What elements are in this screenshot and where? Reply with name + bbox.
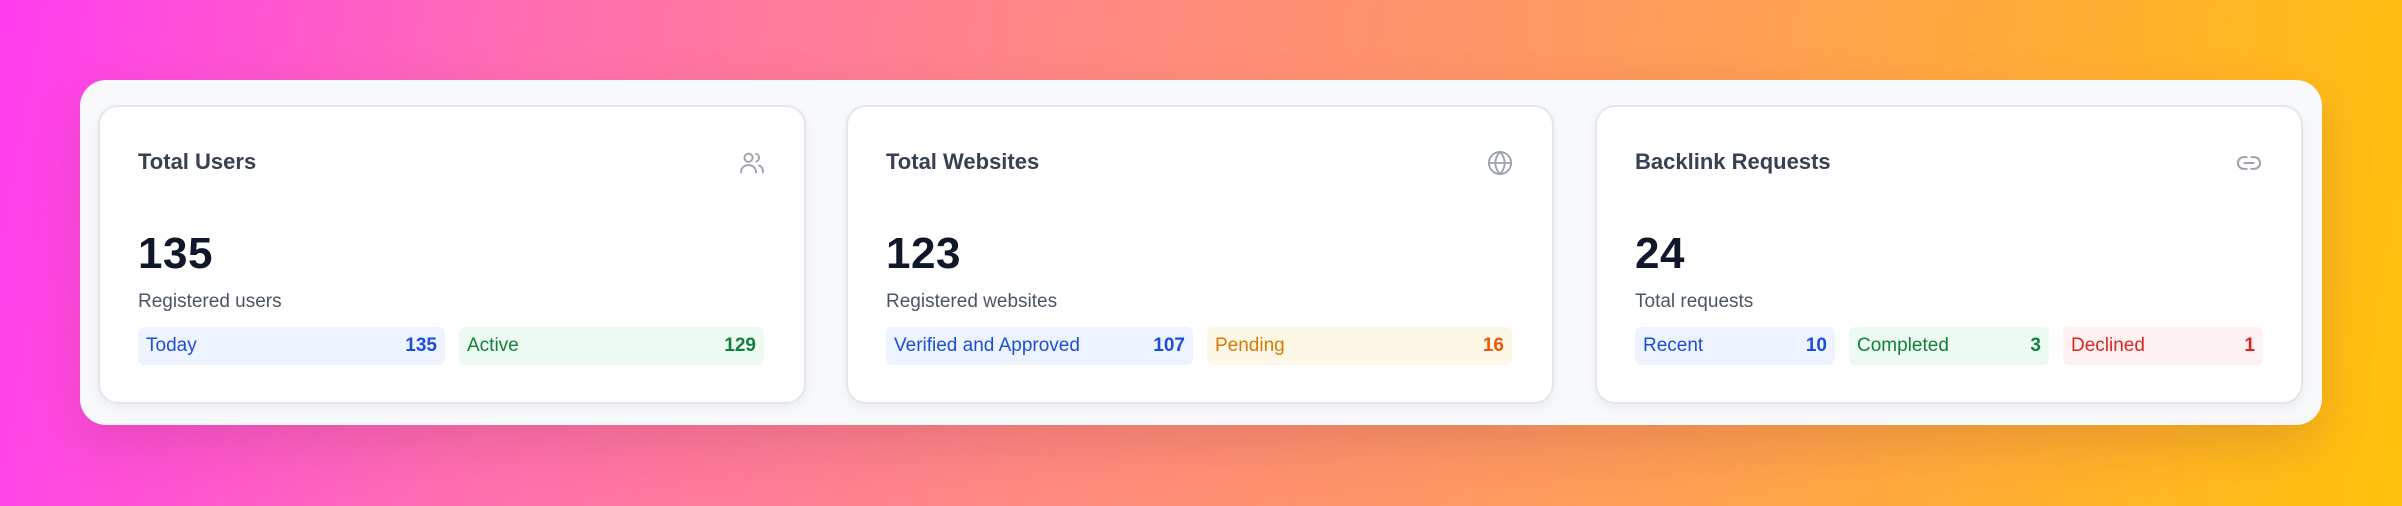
chip-label: Active xyxy=(467,335,519,356)
card-value: 24 xyxy=(1635,229,1685,278)
chip-count: 3 xyxy=(2030,335,2041,356)
chip-count: 10 xyxy=(1805,335,1827,356)
chip-label: Declined xyxy=(2071,335,2145,356)
card-title: Total Websites xyxy=(886,149,1040,174)
chip-label: Completed xyxy=(1857,335,1949,356)
chip-count: 135 xyxy=(405,335,437,356)
link-icon xyxy=(2235,149,2263,177)
chip-count: 16 xyxy=(1482,335,1504,356)
backlink-requests-card: Backlink Requests 24 Total requests Rece… xyxy=(1595,105,2303,404)
card-subtitle: Registered websites xyxy=(886,291,1058,312)
chip-today[interactable]: Today 135 xyxy=(138,327,445,365)
chip-label: Pending xyxy=(1215,335,1285,356)
chip-row: Today 135 Active 129 xyxy=(138,327,764,365)
chip-label: Today xyxy=(146,335,197,356)
card-value: 135 xyxy=(138,229,213,278)
chip-label: Verified and Approved xyxy=(894,335,1080,356)
total-websites-card: Total Websites 123 Registered websites V… xyxy=(846,105,1554,404)
chip-active[interactable]: Active 129 xyxy=(459,327,764,365)
chip-count: 129 xyxy=(724,335,756,356)
chip-completed[interactable]: Completed 3 xyxy=(1849,327,2049,365)
card-subtitle: Total requests xyxy=(1635,291,1754,312)
chip-row: Recent 10 Completed 3 Declined 1 xyxy=(1635,327,2263,365)
chip-verified-approved[interactable]: Verified and Approved 107 xyxy=(886,327,1193,365)
globe-icon xyxy=(1486,149,1514,177)
users-icon xyxy=(738,149,766,177)
card-title: Backlink Requests xyxy=(1635,149,1831,174)
total-users-card: Total Users 135 Registered users Today 1… xyxy=(98,105,806,404)
chip-pending[interactable]: Pending 16 xyxy=(1207,327,1512,365)
chip-count: 107 xyxy=(1153,335,1185,356)
chip-declined[interactable]: Declined 1 xyxy=(2063,327,2263,365)
card-value: 123 xyxy=(886,229,961,278)
chip-label: Recent xyxy=(1643,335,1704,356)
chip-row: Verified and Approved 107 Pending 16 xyxy=(886,327,1512,365)
chip-count: 1 xyxy=(2244,335,2255,356)
card-subtitle: Registered users xyxy=(138,291,282,312)
card-title: Total Users xyxy=(138,149,257,174)
stats-panel: Total Users 135 Registered users Today 1… xyxy=(80,80,2322,425)
chip-recent[interactable]: Recent 10 xyxy=(1635,327,1835,365)
